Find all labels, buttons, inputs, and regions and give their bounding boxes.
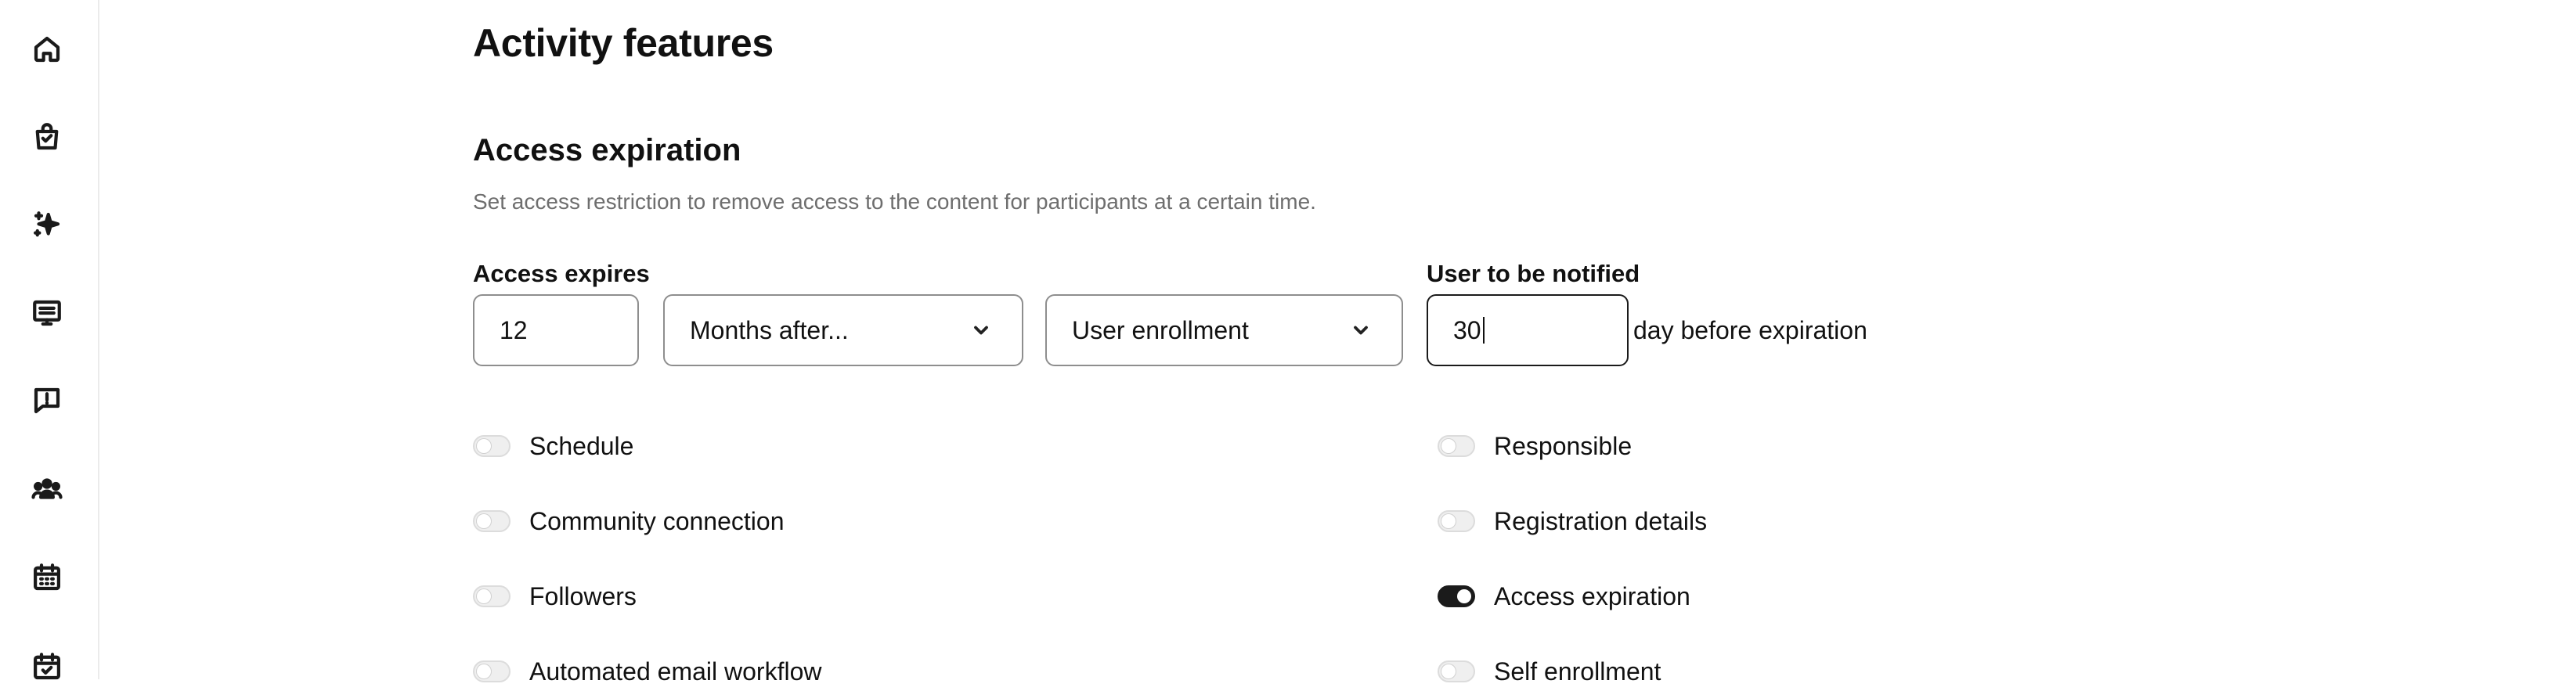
nav-shop[interactable]: [23, 113, 70, 160]
presentation-icon: [33, 300, 61, 326]
toggle-switch[interactable]: [473, 510, 511, 532]
toggle-community-connection[interactable]: Community connection: [473, 502, 784, 541]
toggle-switch[interactable]: [473, 435, 511, 457]
notify-suffix: day before expiration: [1633, 316, 1867, 344]
home-icon: [34, 36, 60, 63]
toggle-label: Registration details: [1494, 506, 1708, 535]
expires-amount-input[interactable]: 12: [473, 294, 639, 366]
nav-presentations[interactable]: [23, 290, 70, 337]
toggle-responsible[interactable]: Responsible: [1438, 426, 1632, 466]
nav-ai[interactable]: [23, 202, 70, 249]
chevron-down-icon: [974, 326, 988, 335]
toggle-switch[interactable]: [1438, 585, 1475, 607]
toggle-label: Community connection: [529, 506, 785, 535]
toggle-self-enrollment[interactable]: Self enrollment: [1438, 652, 1661, 691]
nav-calendar[interactable]: [23, 554, 70, 601]
toggle-followers[interactable]: Followers: [473, 577, 637, 616]
section-description: Set access restriction to remove access …: [473, 189, 1316, 214]
toggle-label: Followers: [529, 581, 637, 610]
toggle-switch[interactable]: [473, 585, 511, 607]
period-select-value: Months after...: [690, 315, 849, 344]
calendar-icon: [34, 563, 60, 591]
chevron-down-icon: [1354, 326, 1368, 335]
trigger-select[interactable]: User enrollment: [1045, 294, 1403, 366]
sparkles-icon: [34, 211, 60, 237]
nav-home[interactable]: [23, 26, 70, 73]
toggle-label: Self enrollment: [1494, 657, 1661, 686]
calendar-check-icon: [34, 653, 60, 680]
toggle-label: Responsible: [1494, 431, 1633, 460]
sidebar: [0, 0, 99, 680]
toggle-schedule[interactable]: Schedule: [473, 426, 633, 466]
message-alert-icon: [34, 387, 60, 414]
nav-calendar-check[interactable]: [23, 643, 70, 690]
toggle-label: Automated email workflow: [529, 657, 822, 686]
notify-days-value: 30: [1453, 315, 1481, 344]
user-notified-label: User to be notified: [1427, 260, 1640, 287]
access-expires-label: Access expires: [473, 260, 650, 287]
toggle-label: Access expiration: [1494, 581, 1690, 610]
toggle-switch[interactable]: [1438, 435, 1475, 457]
toggle-switch[interactable]: [1438, 510, 1475, 532]
period-select[interactable]: Months after...: [663, 294, 1023, 366]
notify-days-input[interactable]: 30: [1427, 294, 1629, 366]
nav-community[interactable]: [23, 466, 70, 513]
toggle-registration-details[interactable]: Registration details: [1438, 502, 1707, 541]
page-title: Activity features: [473, 21, 774, 65]
shopping-bag-icon: [35, 123, 59, 150]
toggle-access-expiration[interactable]: Access expiration: [1438, 577, 1690, 616]
expires-amount-value: 12: [500, 315, 528, 344]
toggle-automated-email-workflow[interactable]: Automated email workflow: [473, 652, 821, 691]
text-caret: [1482, 317, 1485, 344]
users-group-icon: [31, 478, 63, 499]
toggle-label: Schedule: [529, 431, 634, 460]
section-title: Access expiration: [473, 133, 741, 167]
main-content: Activity features Access expiration Set …: [473, 0, 2576, 686]
nav-messages[interactable]: [23, 377, 70, 424]
trigger-select-value: User enrollment: [1072, 315, 1249, 344]
